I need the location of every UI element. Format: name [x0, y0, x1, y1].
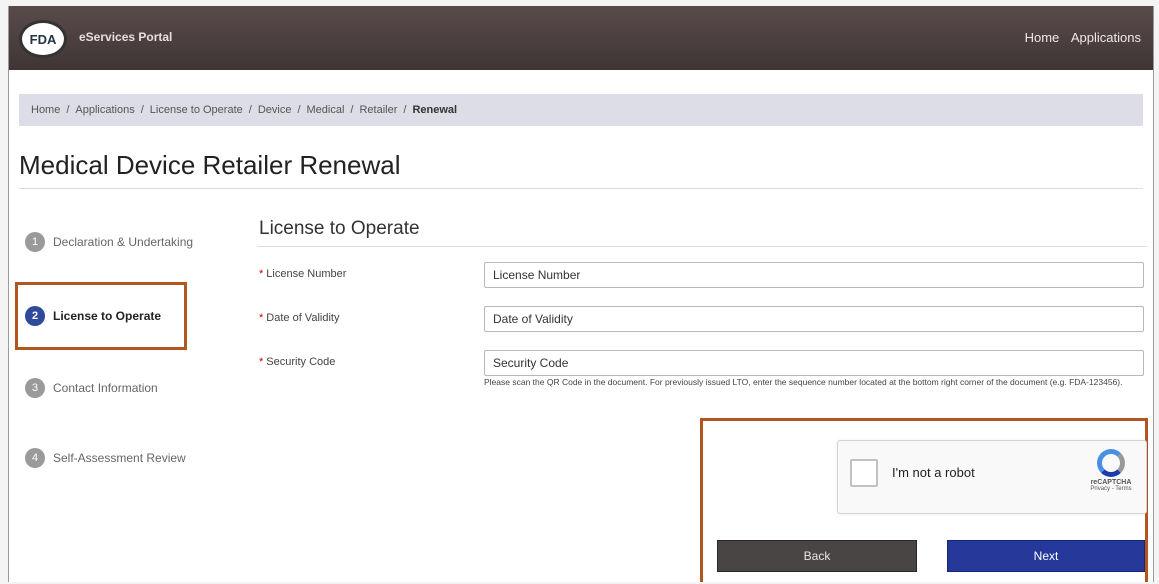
breadcrumb-medical[interactable]: Medical: [307, 104, 345, 116]
step-label: Declaration & Undertaking: [53, 235, 194, 249]
recaptcha-widget: I'm not a robot reCAPTCHA Privacy - Term…: [837, 440, 1147, 514]
required-mark: *: [259, 312, 264, 324]
step-number-badge: 4: [25, 448, 45, 468]
top-nav: Home Applications: [1017, 30, 1141, 45]
step-contact-information[interactable]: 3 Contact Information: [25, 378, 158, 398]
top-navbar: FDA eServices Portal Home Applications: [9, 6, 1153, 70]
license-number-input[interactable]: [484, 262, 1144, 288]
security-code-label: * Security Code: [259, 356, 336, 368]
breadcrumb-applications[interactable]: Applications: [75, 104, 134, 116]
step-label: Self-Assessment Review: [53, 451, 186, 465]
fda-logo[interactable]: FDA: [19, 20, 67, 58]
license-number-label: * License Number: [259, 268, 347, 280]
breadcrumb-device[interactable]: Device: [258, 104, 292, 116]
recaptcha-label: I'm not a robot: [892, 465, 975, 480]
step-number-badge: 2: [25, 306, 45, 326]
step-label: Contact Information: [53, 381, 158, 395]
step-number-badge: 1: [25, 232, 45, 252]
recaptcha-checkbox[interactable]: [850, 459, 878, 487]
breadcrumb-renewal: Renewal: [412, 104, 458, 116]
date-of-validity-label: * Date of Validity: [259, 312, 340, 324]
breadcrumb-retailer[interactable]: Retailer: [359, 104, 397, 116]
nav-applications-link[interactable]: Applications: [1071, 30, 1141, 45]
next-button[interactable]: Next: [947, 540, 1145, 572]
security-code-help-text: Please scan the QR Code in the document.…: [484, 377, 1123, 387]
breadcrumb-license-to-operate[interactable]: License to Operate: [150, 104, 243, 116]
step-label: License to Operate: [53, 309, 162, 323]
required-mark: *: [259, 356, 264, 368]
page-title: Medical Device Retailer Renewal: [19, 150, 401, 180]
portal-name: eServices Portal: [79, 30, 173, 44]
recaptcha-logo: reCAPTCHA Privacy - Terms: [1082, 449, 1140, 492]
section-divider: [257, 246, 1147, 247]
date-of-validity-input[interactable]: [484, 306, 1144, 332]
recaptcha-terms-link[interactable]: Privacy - Terms: [1082, 486, 1140, 492]
logo-text: FDA: [29, 31, 57, 47]
step-number-badge: 3: [25, 378, 45, 398]
step-license-to-operate[interactable]: 2 License to Operate: [25, 306, 161, 326]
breadcrumb: Home / Applications / License to Operate / …: [19, 94, 1143, 126]
browser-frame: FDA eServices Portal Home Applications H…: [8, 6, 1154, 582]
recaptcha-icon: [1097, 449, 1125, 477]
nav-home-link[interactable]: Home: [1025, 30, 1060, 45]
back-button[interactable]: Back: [717, 540, 917, 572]
section-title: License to Operate: [259, 218, 420, 239]
title-divider: [19, 188, 1143, 189]
step-declaration[interactable]: 1 Declaration & Undertaking: [25, 232, 193, 252]
recaptcha-brand: reCAPTCHA: [1090, 479, 1132, 486]
required-mark: *: [259, 268, 264, 280]
breadcrumb-home[interactable]: Home: [31, 104, 60, 116]
step-self-assessment[interactable]: 4 Self-Assessment Review: [25, 448, 186, 468]
security-code-input[interactable]: [484, 350, 1144, 376]
